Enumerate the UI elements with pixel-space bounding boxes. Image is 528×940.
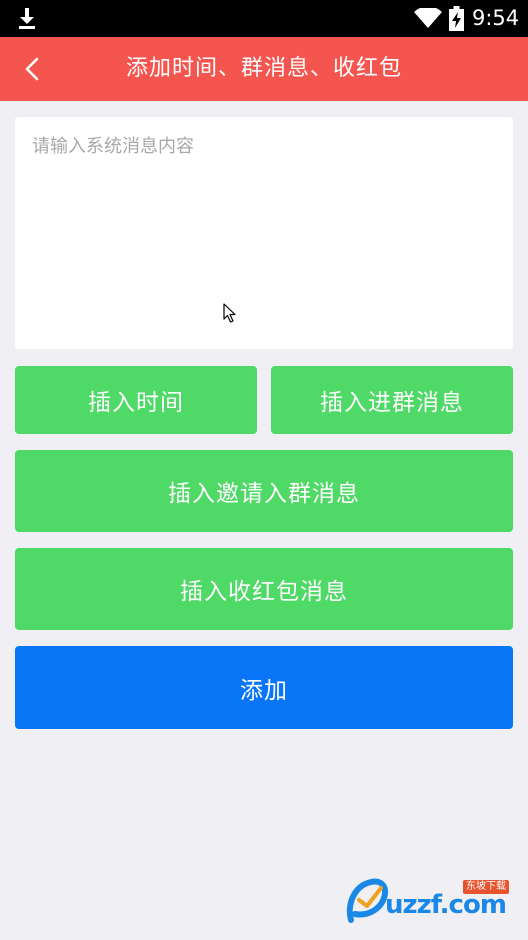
watermark-logo: 东坡下载 uzzf.com [345, 876, 521, 924]
insert-red-packet-message-button[interactable]: 插入收红包消息 [15, 548, 513, 630]
status-bar: 9:54 [0, 0, 528, 37]
chevron-left-icon [25, 57, 39, 81]
wifi-icon [414, 8, 442, 28]
insert-invite-message-button[interactable]: 插入邀请入群消息 [15, 450, 513, 532]
mouse-cursor-icon [223, 303, 236, 323]
back-button[interactable] [14, 49, 54, 89]
watermark-text: uzzf.com [385, 890, 507, 920]
message-input[interactable] [32, 133, 496, 333]
download-icon [19, 8, 35, 29]
app-header: 添加时间、群消息、收红包 [0, 37, 528, 101]
insert-join-message-button[interactable]: 插入进群消息 [271, 366, 513, 434]
battery-charging-icon [449, 6, 464, 31]
status-clock: 9:54 [472, 6, 520, 30]
message-input-box [15, 117, 513, 349]
add-button[interactable]: 添加 [15, 646, 513, 729]
insert-time-button[interactable]: 插入时间 [15, 366, 257, 434]
page-title: 添加时间、群消息、收红包 [125, 56, 402, 81]
